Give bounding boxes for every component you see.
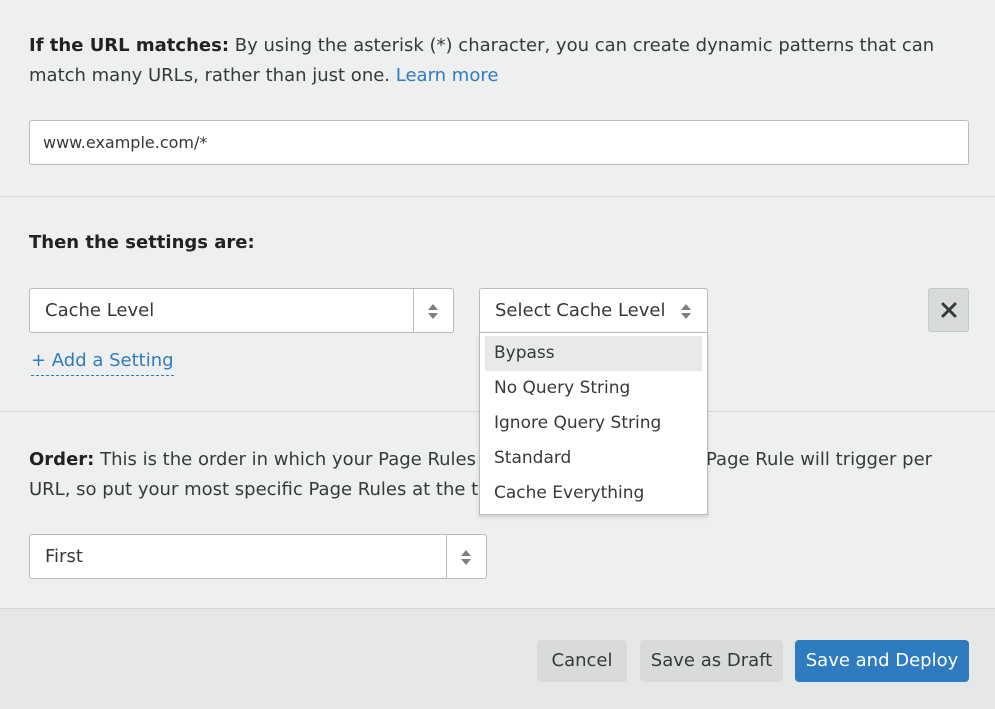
dropdown-option-standard[interactable]: Standard <box>485 441 702 476</box>
select-arrows-icon <box>413 289 453 332</box>
order-value: First <box>45 546 83 567</box>
save-draft-button[interactable]: Save as Draft <box>640 640 783 682</box>
cancel-button[interactable]: Cancel <box>537 640 627 682</box>
order-label: Order: <box>29 449 95 470</box>
learn-more-link[interactable]: Learn more <box>396 65 499 86</box>
add-setting-link[interactable]: + Add a Setting <box>31 350 174 376</box>
dropdown-option-cache-everything[interactable]: Cache Everything <box>485 476 702 511</box>
select-arrows-icon <box>446 535 486 578</box>
footer-actions: Cancel Save as Draft Save and Deploy <box>0 609 995 709</box>
cache-level-value: Select Cache Level <box>495 300 666 321</box>
url-match-label: If the URL matches: <box>29 35 230 56</box>
close-icon <box>941 302 956 318</box>
setting-type-select[interactable]: Cache Level <box>29 288 454 333</box>
remove-setting-button[interactable] <box>928 288 969 332</box>
save-deploy-button[interactable]: Save and Deploy <box>795 640 969 682</box>
order-text-left: This is the order in which your Page Rul… <box>94 449 497 470</box>
dropdown-option-no-query-string[interactable]: No Query String <box>485 371 702 406</box>
url-pattern-input[interactable]: www.example.com/* <box>29 120 969 165</box>
setting-type-value: Cache Level <box>45 300 155 321</box>
url-match-description: If the URL matches: By using the asteris… <box>29 31 959 91</box>
dropdown-option-bypass[interactable]: Bypass <box>485 336 702 371</box>
order-text-line2: URL, so put your most specific Page Rule… <box>29 479 501 500</box>
order-text-right: Page Rule will trigger per <box>706 449 933 470</box>
url-match-section: If the URL matches: By using the asteris… <box>0 0 995 197</box>
order-select[interactable]: First <box>29 534 487 579</box>
dropdown-option-ignore-query-string[interactable]: Ignore Query String <box>485 406 702 441</box>
cache-level-dropdown: Bypass No Query String Ignore Query Stri… <box>479 333 708 515</box>
cache-level-select[interactable]: Select Cache Level <box>479 288 708 333</box>
select-arrows-icon <box>667 289 707 332</box>
settings-heading: Then the settings are: <box>29 232 255 253</box>
